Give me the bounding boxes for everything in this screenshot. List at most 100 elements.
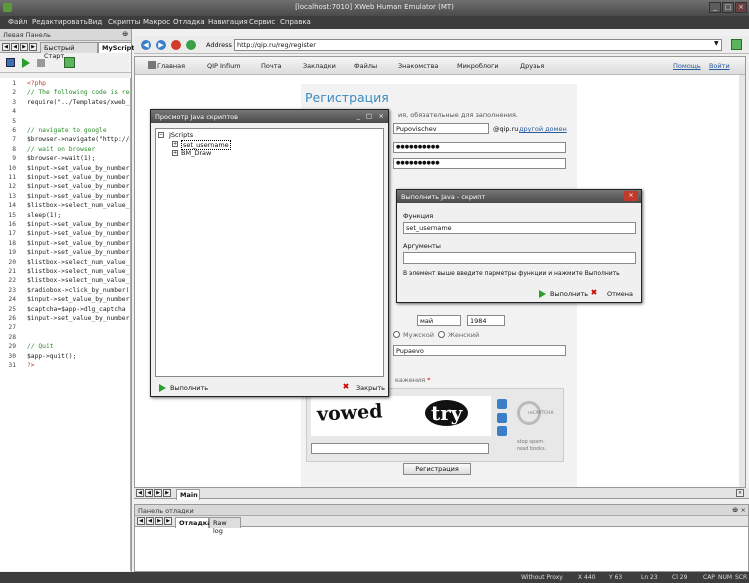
args-input[interactable] [403, 252, 636, 264]
exec-close-icon[interactable]: × [624, 191, 638, 201]
menu-navigation[interactable]: Навигация [208, 18, 248, 26]
back-icon[interactable]: ◀ [141, 40, 151, 50]
qip-nav-dating[interactable]: Знакомства [398, 62, 438, 70]
password-confirm-input[interactable]: ●●●●●●●●●● [393, 158, 566, 169]
red-x-icon: ✖ [342, 382, 350, 391]
exec-run-button[interactable]: Выполнить [550, 290, 588, 298]
tab-first-icon[interactable]: ◀ [2, 43, 10, 51]
btab-next-icon[interactable]: ▶ [154, 489, 162, 497]
birth-year-select[interactable]: 1984 [467, 315, 505, 326]
step-icon[interactable] [64, 57, 75, 68]
exec-cancel-icon[interactable]: ✖ [590, 289, 598, 297]
scripts-close-button[interactable]: Закрыть [356, 384, 385, 392]
btab-close-icon[interactable]: × [736, 489, 744, 497]
dtab-next-icon[interactable]: ▶ [155, 517, 163, 525]
captcha-help-icon[interactable] [497, 426, 507, 436]
login-input[interactable]: Pupovischev [393, 123, 489, 134]
run-icon[interactable] [22, 58, 30, 68]
maximize-button[interactable]: □ [722, 2, 734, 13]
qip-nav-bookmarks[interactable]: Закладки [303, 62, 336, 70]
btab-prev-icon[interactable]: ◀ [145, 489, 153, 497]
other-domain-link[interactable]: другой домен [519, 125, 567, 133]
save-icon[interactable] [6, 58, 15, 67]
menu-macro[interactable]: Макрос [143, 18, 170, 26]
home-icon[interactable] [190, 39, 201, 50]
exec-run-icon[interactable] [539, 290, 546, 298]
tab-myscript[interactable]: MyScript [98, 42, 134, 53]
dlg-minimize-icon[interactable]: _ [357, 112, 360, 120]
city-input[interactable]: Pupaevo [393, 345, 566, 356]
forward-icon[interactable]: ▶ [156, 40, 166, 50]
menu-file[interactable]: Файл [8, 18, 27, 26]
tree-expander-bm-draw[interactable]: + [172, 150, 178, 156]
debug-close-icon[interactable]: × [741, 506, 746, 514]
qip-nav-help[interactable]: Помощь [673, 62, 701, 70]
qip-nav-files[interactable]: Файлы [354, 62, 377, 70]
gender-male-radio[interactable] [393, 331, 400, 338]
menu-debug[interactable]: Отладка [173, 18, 205, 26]
line-number: 8 [12, 145, 16, 153]
browser-scrollbar[interactable] [739, 75, 745, 487]
birth-month-select[interactable]: май [417, 315, 461, 326]
exec-cancel-button[interactable]: Отмена [607, 290, 633, 298]
captcha-input[interactable] [311, 443, 489, 454]
scripts-run-button[interactable]: Выполнить [170, 384, 208, 392]
address-dropdown-icon[interactable]: ▼ [714, 40, 719, 47]
tab-next-icon[interactable]: ▶ [20, 43, 28, 51]
dtab-first-icon[interactable]: ◀ [137, 517, 145, 525]
tab-last-icon[interactable]: ▶ [29, 43, 37, 51]
qip-nav-mail[interactable]: Почта [261, 62, 281, 70]
tab-main[interactable]: Main [176, 489, 200, 500]
menu-help[interactable]: Справка [280, 18, 311, 26]
function-input[interactable]: set_username [403, 222, 636, 234]
address-input[interactable]: http://qip.ru/reg/register [234, 39, 722, 51]
menu-view[interactable]: Вид [88, 18, 102, 26]
pin-icon[interactable]: ⴲ [122, 30, 128, 38]
menu-service[interactable]: Сервис [249, 18, 275, 26]
scripts-close-icon[interactable]: ✖ [342, 383, 350, 391]
menu-scripts[interactable]: Скрипты [108, 18, 140, 26]
btab-first-icon[interactable]: ◀ [136, 489, 144, 497]
code-line: sleep(1); [27, 211, 62, 219]
go-icon[interactable] [731, 39, 742, 50]
recaptcha-tagline-2: read books. [517, 446, 547, 452]
qip-nav-microblogs[interactable]: Микроблоги [457, 62, 499, 70]
scripts-run-icon[interactable] [159, 384, 166, 392]
tree-expander-set-username[interactable]: + [172, 141, 178, 147]
code-line: // Quit [27, 343, 54, 351]
btab-last-icon[interactable]: ▶ [163, 489, 171, 497]
dtab-prev-icon[interactable]: ◀ [146, 517, 154, 525]
tab-prev-icon[interactable]: ◀ [11, 43, 19, 51]
menu-edit[interactable]: Редактировать [32, 18, 88, 26]
qip-nav-infium[interactable]: QIP Infium [207, 62, 241, 70]
minimize-button[interactable]: _ [709, 2, 721, 13]
close-button[interactable]: × [735, 2, 747, 13]
tree-root[interactable]: JScripts [169, 131, 193, 139]
tree-expander-root[interactable]: − [158, 132, 164, 138]
qip-nav-home[interactable]: Главная [157, 62, 185, 70]
gender-female-radio[interactable] [438, 331, 445, 338]
submit-button[interactable]: Регистрация [403, 463, 471, 475]
tab-raw-log[interactable]: Raw log [209, 517, 241, 535]
stop-icon[interactable] [37, 59, 45, 67]
line-number: 15 [8, 211, 16, 219]
qip-nav-friends[interactable]: Друзья [520, 62, 544, 70]
dlg-close-icon[interactable]: × [379, 112, 384, 120]
code-line: $listbox->select_num_value_l [27, 202, 131, 210]
dtab-last-icon[interactable]: ▶ [164, 517, 172, 525]
captcha-refresh-icon[interactable] [497, 399, 507, 409]
exec-hint: В элемент выше введите парметры функции … [403, 270, 620, 277]
tree-item-bm-draw[interactable]: BM_Draw [181, 149, 211, 157]
debug-panel-title: Панель отладки [138, 507, 194, 515]
tab-debug[interactable]: Отладка [175, 517, 212, 528]
stop-load-icon[interactable] [171, 40, 181, 50]
code-editor[interactable]: 1 <?php 2 // The following code is require 3… [0, 78, 131, 571]
captcha-audio-icon[interactable] [497, 413, 507, 423]
dlg-maximize-icon[interactable]: □ [366, 112, 372, 120]
qip-nav-login[interactable]: Войти [709, 62, 730, 70]
password-input[interactable]: ●●●●●●●●●● [393, 142, 566, 153]
debug-pin-icon[interactable]: ⴲ [732, 506, 738, 514]
line-number: 3 [12, 98, 16, 106]
code-line: $input->set_value_by_number [27, 221, 130, 228]
tab-quick-start[interactable]: Быстрый Старт [40, 42, 98, 60]
